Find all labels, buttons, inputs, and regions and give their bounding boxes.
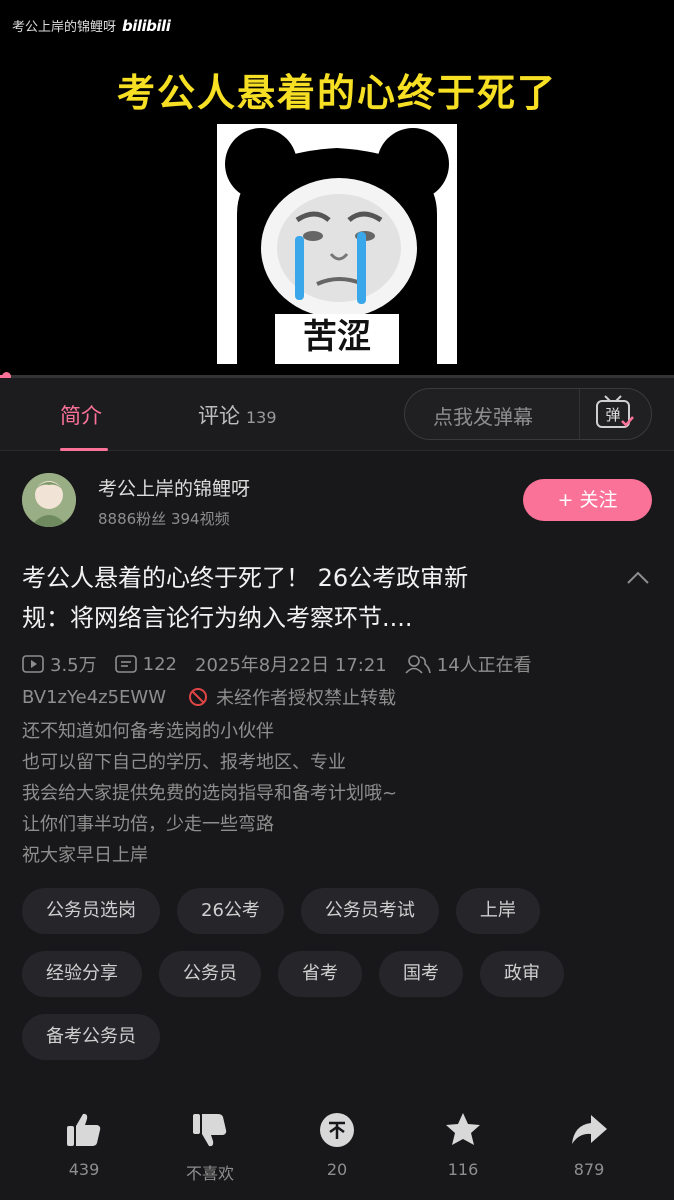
tag-chip[interactable]: 上岸 [455, 888, 540, 934]
play-count-icon [22, 655, 44, 673]
crying-panda-meme: 苦涩 [217, 124, 457, 364]
danmu-toggle-button[interactable]: 弹 [591, 395, 639, 433]
description-line: 我会给大家提供免费的选岗指导和备考计划哦~ [22, 783, 398, 804]
no-repost-notice: 未经作者授权禁止转载 [216, 688, 397, 709]
dislike-button[interactable]: 不喜欢 [165, 1110, 255, 1184]
share-count: 879 [573, 1160, 605, 1179]
tag-chip[interactable]: 26公考 [177, 888, 284, 934]
tab-intro[interactable]: 简介 [60, 400, 102, 430]
watching-people-icon [405, 655, 431, 674]
tab-comments-label: 评论 [198, 404, 240, 428]
thumbs-down-icon [193, 1114, 227, 1147]
tab-comments[interactable]: 评论 139 [198, 400, 277, 430]
tag-row: 备考公务员 [22, 1014, 652, 1060]
share-button[interactable]: 879 [544, 1110, 634, 1179]
avatar-image [22, 473, 76, 527]
tab-intro-label: 简介 [60, 404, 102, 428]
favorite-count: 116 [447, 1160, 479, 1179]
view-count: 3.5万 [50, 655, 97, 676]
tag-chip[interactable]: 公务员 [159, 951, 261, 997]
danmu-input[interactable]: 点我发弹幕 弹 [404, 388, 652, 440]
chevron-up-icon [627, 571, 649, 584]
tag-row: 公务员选岗 26公考 公务员考试 上岸 [22, 888, 652, 934]
meme-caption: 苦涩 [303, 317, 371, 357]
coin-count: 20 [326, 1160, 348, 1179]
tag-list: 公务员选岗 26公考 公务员考试 上岸 经验分享 公务员 省考 国考 政审 备考… [22, 888, 652, 1077]
like-button[interactable]: 439 [39, 1110, 129, 1179]
video-watermark: 考公上岸的锦鲤呀 bilibili [12, 16, 171, 36]
tag-chip[interactable]: 备考公务员 [22, 1014, 160, 1060]
description-line: 也可以留下自己的学历、报考地区、专业 [22, 752, 346, 773]
description-line: 还不知道如何备考选岗的小伙伴 [22, 721, 274, 742]
danmaku-count: 122 [142, 653, 177, 675]
follow-button[interactable]: + 关注 [523, 479, 652, 521]
video-id-row: BV1zYe4z5EWW 未经作者授权禁止转载 [22, 684, 396, 710]
tag-chip[interactable]: 省考 [278, 951, 362, 997]
publish-datetime: 2025年8月22日 17:21 [195, 655, 387, 676]
description-line: 祝大家早日上岸 [22, 845, 148, 866]
video-description: 还不知道如何备考选岗的小伙伴 也可以留下自己的学历、报考地区、专业 我会给大家提… [22, 716, 397, 871]
coin-button[interactable]: 20 [292, 1110, 382, 1179]
danmu-divider [579, 389, 580, 439]
video-bvid[interactable]: BV1zYe4z5EWW [22, 687, 166, 708]
tab-active-indicator [60, 448, 108, 451]
action-bar: 439 不喜欢 20 116 879 [0, 1110, 674, 1190]
star-icon [446, 1113, 480, 1145]
like-count: 439 [68, 1160, 100, 1179]
tag-row: 经验分享 公务员 省考 国考 政审 [22, 951, 652, 997]
tag-chip[interactable]: 公务员考试 [300, 888, 439, 934]
tag-chip[interactable]: 政审 [480, 951, 564, 997]
comments-count: 139 [246, 408, 277, 427]
tag-chip[interactable]: 公务员选岗 [22, 888, 160, 934]
video-title-line-2: 规：将网络言论行为纳入考察环节.... [22, 604, 413, 632]
tag-chip[interactable]: 经验分享 [22, 951, 142, 997]
video-title-line-1: 考公人悬着的心终于死了！ 26公考政审新 [22, 564, 469, 592]
watermark-user: 考公上岸的锦鲤呀 [12, 20, 117, 35]
favorite-button[interactable]: 116 [418, 1110, 508, 1179]
danmu-tv-icon: 弹 [596, 395, 634, 428]
share-arrow-icon [572, 1115, 607, 1144]
collapse-button[interactable] [624, 566, 652, 590]
danmu-placeholder: 点我发弹幕 [433, 405, 533, 429]
uploader-avatar[interactable] [22, 473, 76, 527]
uploader-name[interactable]: 考公上岸的锦鲤呀 [98, 474, 250, 501]
description-line: 让你们事半功倍，少走一些弯路 [22, 814, 274, 835]
video-title: 考公人悬着的心终于死了！ 26公考政审新 规：将网络言论行为纳入考察环节.... [22, 558, 602, 638]
tag-chip[interactable]: 国考 [379, 951, 463, 997]
dislike-label: 不喜欢 [185, 1164, 234, 1183]
forbidden-icon [189, 688, 208, 706]
thumbs-up-icon [67, 1113, 101, 1146]
video-meta-row: 3.5万 122 2025年8月22日 17:21 14人正在看 [22, 651, 532, 677]
video-overlay-title: 考公人悬着的心终于死了 [116, 71, 557, 115]
video-player[interactable]: 考公上岸的锦鲤呀 bilibili 考公人悬着的心终于死了 苦涩 [0, 0, 674, 378]
uploader-stats: 8886粉丝 394视频 [98, 510, 230, 528]
watching-count: 14人正在看 [436, 655, 532, 676]
coin-icon [320, 1113, 354, 1147]
bilibili-logo: bilibili [122, 16, 171, 35]
danmu-glyph: 弹 [605, 406, 620, 424]
danmaku-count-icon [114, 655, 137, 673]
